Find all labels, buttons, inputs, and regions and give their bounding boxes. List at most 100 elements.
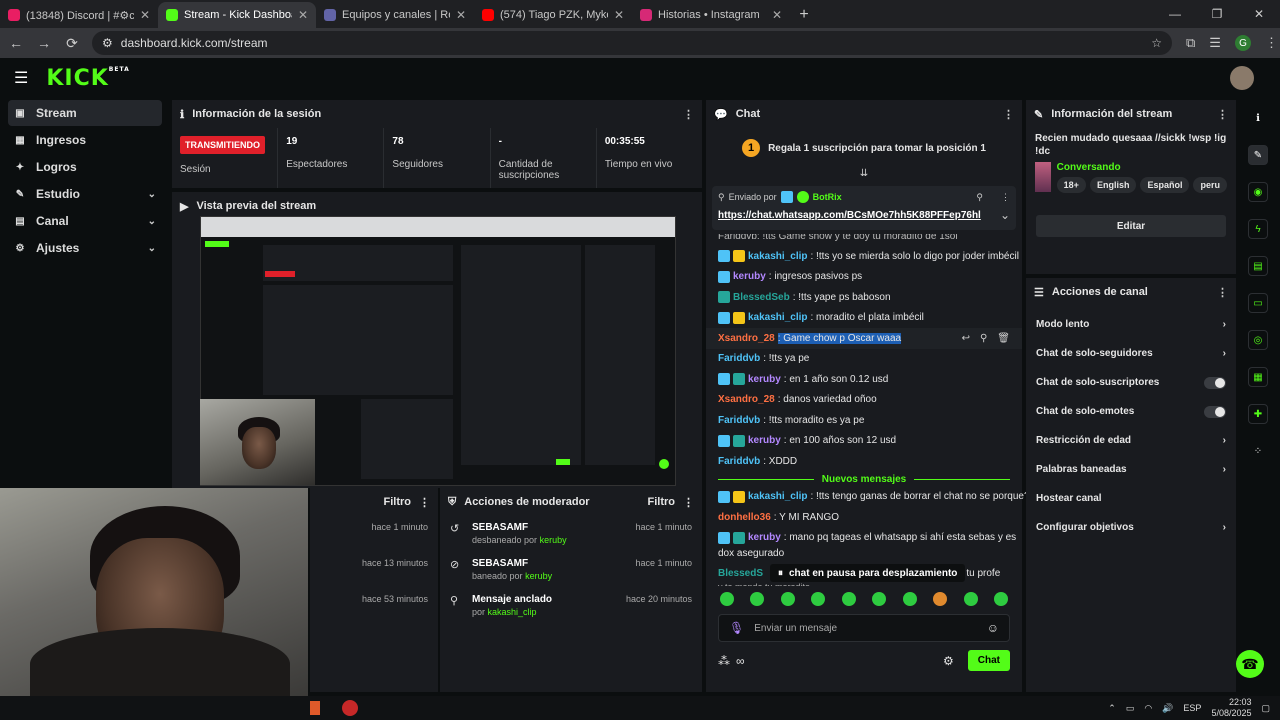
language-indicator[interactable]: ESP — [1183, 703, 1201, 713]
sidebar-item-ajustes[interactable]: ⚙ Ajustes ⌄ — [8, 235, 162, 261]
tag[interactable]: Español — [1140, 177, 1190, 193]
emote-icon[interactable] — [811, 592, 826, 606]
apps-rail-icon[interactable]: ⁘ — [1248, 441, 1268, 461]
mod-target[interactable]: SEBASAMF — [472, 558, 552, 569]
emote-icon[interactable] — [750, 592, 765, 606]
url-input[interactable]: ⚙ dashboard.kick.com/stream ☆ — [92, 31, 1172, 55]
chat-user[interactable]: Fariddvb — [718, 415, 760, 426]
chat-message[interactable]: Fariddvb: !tts ya pe — [706, 349, 1022, 370]
sidebar-item-canal[interactable]: ▤ Canal ⌄ — [8, 208, 162, 234]
send-chat-button[interactable]: Chat — [967, 650, 1010, 671]
channel-action-restricci-n-de-edad[interactable]: Restricción de edad › — [1026, 426, 1236, 455]
emote-icon[interactable] — [841, 592, 856, 606]
chat-message[interactable]: kakashi_clip: !tts yo se mierda solo lo … — [706, 246, 1022, 267]
obs-taskbar-icon[interactable] — [342, 700, 358, 716]
channel-action-hostear-canal[interactable]: Hostear canal — [1026, 484, 1236, 513]
maximize-icon[interactable]: ❐ — [1196, 0, 1238, 28]
wrench-rail-icon[interactable]: ✚ — [1248, 404, 1268, 424]
close-window-icon[interactable]: ✕ — [1238, 0, 1280, 28]
clipboard-rail-icon[interactable]: ▤ — [1248, 256, 1268, 276]
emote-icon[interactable] — [933, 592, 948, 606]
chat-settings-icon[interactable]: ⚙ — [943, 654, 954, 668]
chevron-right-icon[interactable]: › — [1223, 435, 1226, 446]
channel-action-chat-de-solo-seguidores[interactable]: Chat de solo-seguidores › — [1026, 339, 1236, 368]
category-name[interactable]: Conversando — [1057, 162, 1227, 173]
chat-user[interactable]: kakashi_clip — [748, 491, 807, 502]
mod-by[interactable]: keruby — [540, 535, 567, 545]
emote-icon[interactable] — [872, 592, 887, 606]
layout-rail-icon[interactable]: ▦ — [1248, 367, 1268, 387]
tab-close-icon[interactable]: ✕ — [456, 8, 466, 22]
tab-close-icon[interactable]: ✕ — [298, 8, 308, 22]
chat-message[interactable]: Xsandro_28: danos variedad oñoo — [706, 390, 1022, 411]
session-menu-icon[interactable]: ⋮ — [683, 108, 694, 121]
extensions-icon[interactable]: ⧉ — [1186, 35, 1195, 51]
channel-action-palabras-baneadas[interactable]: Palabras baneadas › — [1026, 455, 1236, 484]
user-avatar[interactable] — [1230, 66, 1254, 90]
sidebar-item-logros[interactable]: ✦ Logros — [8, 154, 162, 180]
channel-action-modo-lento[interactable]: Modo lento › — [1026, 310, 1236, 339]
mod-by[interactable]: keruby — [525, 571, 552, 581]
hamburger-menu-icon[interactable]: ☰ — [14, 68, 28, 88]
tab-close-icon[interactable]: ✕ — [614, 8, 624, 22]
expand-chevron-icon[interactable]: ⌄ — [1000, 208, 1010, 222]
tray-chevron-icon[interactable]: ⌃ — [1108, 703, 1116, 714]
emote-icon[interactable] — [963, 592, 978, 606]
chevron-right-icon[interactable]: › — [1223, 319, 1226, 330]
chat-user[interactable]: keruby — [748, 374, 781, 385]
channel-action-configurar-objetivos[interactable]: Configurar objetivos › — [1026, 513, 1236, 542]
browser-tab[interactable]: (574) Tiago PZK, Myke Tow ✕ — [474, 2, 632, 28]
unpin-icon[interactable]: ⚲ — [976, 192, 983, 203]
chat-paused-banner[interactable]: ⏸ chat en pausa para desplazamiento — [770, 564, 966, 582]
toggle-switch[interactable] — [1204, 376, 1226, 389]
activity-menu-icon[interactable]: ⋮ — [419, 496, 430, 509]
browser-tab[interactable]: Stream - Kick Dashboard ✕ — [158, 2, 316, 28]
chevron-down-icon[interactable]: ⌄ — [148, 243, 156, 254]
chat-user[interactable]: BlessedS — [718, 568, 763, 579]
chat-user[interactable]: BlessedSeb — [733, 292, 790, 303]
chat-user[interactable]: keruby — [733, 271, 766, 282]
mod-by[interactable]: kakashi_clip — [488, 607, 537, 617]
browser-tab[interactable]: (13848) Discord | #⚙chat | La ✕ — [0, 2, 158, 28]
points-icon[interactable]: ⁂ — [718, 654, 730, 668]
kick-logo[interactable]: KICKBETA — [46, 66, 129, 91]
chat-message[interactable]: BlessedSeb: !tts yape ps baboson — [706, 287, 1022, 308]
sidebar-item-ingresos[interactable]: ▦ Ingresos — [8, 127, 162, 153]
pinned-user[interactable]: BotRix — [813, 192, 842, 202]
browser-tab[interactable]: Equipos y canales | Reunión ✕ — [316, 2, 474, 28]
pinned-menu-icon[interactable]: ⋮ — [1001, 192, 1010, 203]
chat-message[interactable]: keruby: en 100 años son 12 usd — [706, 431, 1022, 452]
toggle-switch[interactable] — [1204, 405, 1226, 418]
chat-message[interactable]: kakashi_clip: !tts tengo ganas de borrar… — [706, 487, 1030, 508]
category-thumbnail[interactable] — [1035, 162, 1051, 192]
camera-rail-icon[interactable]: ◉ — [1248, 182, 1268, 202]
chat-user[interactable]: kakashi_clip — [748, 251, 807, 262]
browser-tab[interactable]: Historias • Instagram ✕ — [632, 2, 790, 28]
chat-user[interactable]: Fariddvb — [718, 456, 760, 467]
chat-message[interactable]: keruby: mano pq tageas el whatsapp si ah… — [706, 528, 1022, 549]
filter-button[interactable]: Filtro — [648, 496, 676, 508]
chat-user[interactable]: Fariddvb — [718, 353, 760, 364]
reply-icon[interactable]: ↩ — [962, 333, 970, 344]
chat-user[interactable]: Xsandro_28 — [718, 333, 775, 344]
browser-menu-icon[interactable]: ⋮ — [1265, 35, 1278, 51]
emote-icon[interactable] — [902, 592, 917, 606]
mod-target[interactable]: SEBASAMF — [472, 522, 567, 533]
chat-user[interactable]: keruby — [748, 435, 781, 446]
channel-action-chat-de-solo-suscriptores[interactable]: Chat de solo-suscriptores — [1026, 368, 1236, 397]
channel-action-chat-de-solo-emotes[interactable]: Chat de solo-emotes — [1026, 397, 1236, 426]
mod-target[interactable]: Mensaje anclado — [472, 594, 552, 605]
chevron-right-icon[interactable]: › — [1223, 522, 1226, 533]
chat-message[interactable]: donhello36: Y MI RANGO — [706, 507, 1022, 528]
chat-rail-icon[interactable]: ▭ — [1248, 293, 1268, 313]
chat-message[interactable]: Xsandro_28: Game chow p Oscar waaa ↩ ⚲ 🗑 — [706, 328, 1022, 349]
pin-message-icon[interactable]: ⚲ — [980, 333, 987, 344]
chevron-right-icon[interactable]: › — [1223, 464, 1226, 475]
emoji-icon[interactable]: ☺ — [987, 621, 999, 635]
chat-message[interactable]: keruby: en 1 año son 0.12 usd — [706, 369, 1022, 390]
sidebar-item-stream[interactable]: ▣ Stream — [8, 100, 162, 126]
channel-actions-menu-icon[interactable]: ⋮ — [1217, 286, 1228, 299]
broadcast-rail-icon[interactable]: ◎ — [1248, 330, 1268, 350]
chat-message[interactable]: Fariddvb: XDDD — [706, 451, 1022, 472]
infinity-icon[interactable]: ∞ — [736, 654, 745, 668]
